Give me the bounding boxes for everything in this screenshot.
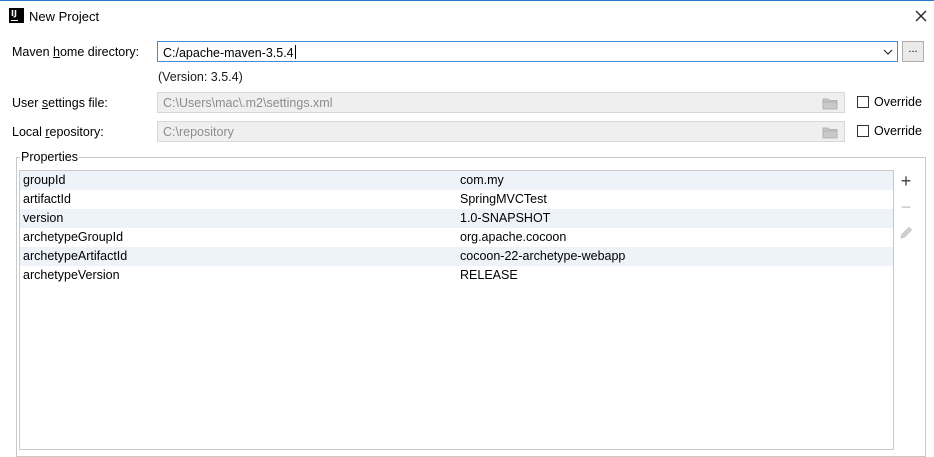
window-title: New Project — [29, 9, 100, 24]
local-repository-value: C:\repository — [163, 125, 234, 139]
maven-home-combobox[interactable]: C:/apache-maven-3.5.4 — [157, 41, 898, 62]
table-row[interactable]: artifactId SpringMVCTest — [20, 190, 893, 209]
maven-home-value[interactable]: C:/apache-maven-3.5.4 — [163, 45, 296, 60]
property-value[interactable]: com.my — [460, 173, 504, 187]
property-key: archetypeVersion — [23, 268, 120, 282]
folder-icon[interactable] — [822, 126, 838, 139]
property-key: artifactId — [23, 192, 71, 206]
remove-property-button[interactable]: − — [895, 196, 917, 218]
checkbox-box[interactable] — [857, 96, 869, 108]
property-value[interactable]: cocoon-22-archetype-webapp — [460, 249, 625, 263]
edit-property-button[interactable] — [895, 222, 917, 244]
properties-title: Properties — [20, 150, 79, 164]
table-row[interactable]: groupId com.my — [20, 171, 893, 190]
folder-icon[interactable] — [822, 97, 838, 110]
pencil-icon — [900, 226, 913, 239]
override-label: Override — [874, 124, 922, 138]
user-settings-field[interactable]: C:\Users\mac\.m2\settings.xml — [157, 92, 845, 113]
checkbox-box[interactable] — [857, 125, 869, 137]
table-row[interactable]: archetypeArtifactId cocoon-22-archetype-… — [20, 247, 893, 266]
property-value[interactable]: org.apache.cocoon — [460, 230, 566, 244]
property-key: groupId — [23, 173, 66, 187]
property-value[interactable]: SpringMVCTest — [460, 192, 547, 206]
text-caret — [294, 45, 296, 59]
browse-button[interactable]: ... — [902, 41, 924, 62]
property-key: version — [23, 211, 64, 225]
intellij-idea-icon: IJ — [9, 8, 24, 23]
local-repository-label: Local repository: — [12, 125, 104, 139]
property-key: archetypeArtifactId — [23, 249, 128, 263]
maven-home-label: Maven home directory: — [12, 45, 140, 59]
user-settings-label: User settings file: — [12, 96, 108, 110]
user-settings-value: C:\Users\mac\.m2\settings.xml — [163, 96, 333, 110]
override-label: Override — [874, 95, 922, 109]
title-bar: IJ New Project — [0, 1, 934, 31]
properties-toolbar: + − — [895, 170, 917, 250]
property-value[interactable]: RELEASE — [460, 268, 518, 282]
local-repository-field[interactable]: C:\repository — [157, 121, 845, 142]
table-row[interactable]: archetypeGroupId org.apache.cocoon — [20, 228, 893, 247]
add-property-button[interactable]: + — [895, 170, 917, 192]
chevron-down-icon[interactable] — [882, 46, 894, 58]
property-key: archetypeGroupId — [23, 230, 124, 244]
maven-version-note: (Version: 3.5.4) — [158, 70, 243, 84]
table-row[interactable]: version 1.0-SNAPSHOT — [20, 209, 893, 228]
close-icon[interactable] — [912, 7, 930, 25]
properties-table: groupId com.my artifactId SpringMVCTest … — [19, 170, 894, 450]
table-row[interactable]: archetypeVersion RELEASE — [20, 266, 893, 285]
property-value[interactable]: 1.0-SNAPSHOT — [460, 211, 550, 225]
